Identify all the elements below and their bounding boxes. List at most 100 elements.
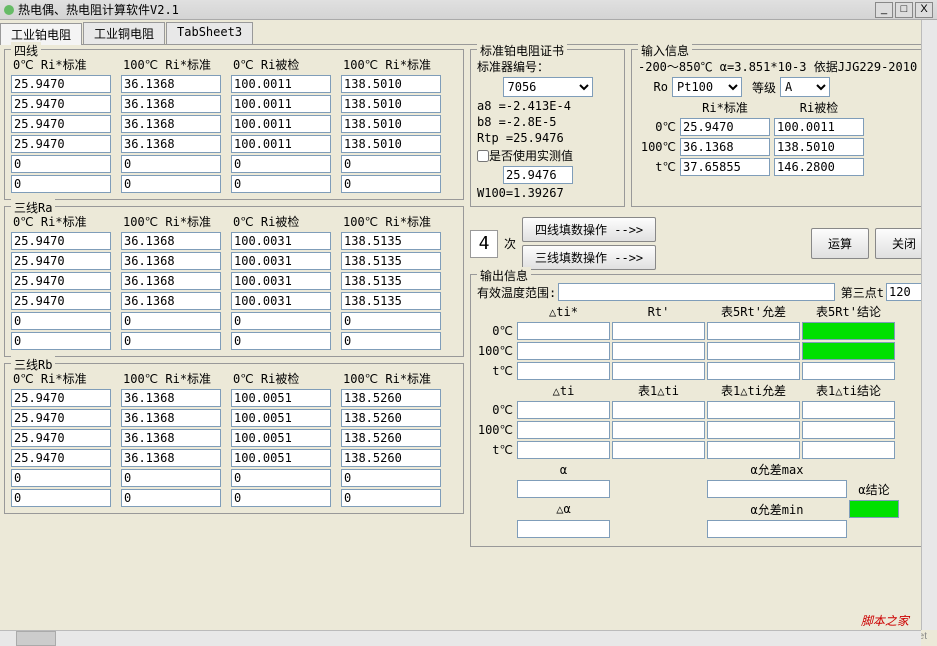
data-input[interactable] bbox=[11, 312, 111, 330]
data-input[interactable] bbox=[11, 175, 111, 193]
data-input[interactable] bbox=[231, 115, 331, 133]
data-input[interactable] bbox=[341, 449, 441, 467]
data-input[interactable] bbox=[11, 469, 111, 487]
data-input[interactable] bbox=[231, 489, 331, 507]
data-input[interactable] bbox=[121, 135, 221, 153]
data-input[interactable] bbox=[11, 409, 111, 427]
std-t-input[interactable] bbox=[680, 158, 770, 176]
data-input[interactable] bbox=[231, 135, 331, 153]
data-input[interactable] bbox=[341, 489, 441, 507]
scroll-thumb[interactable] bbox=[16, 631, 56, 646]
std-0-input[interactable] bbox=[680, 118, 770, 136]
data-input[interactable] bbox=[11, 95, 111, 113]
data-input[interactable] bbox=[11, 75, 111, 93]
output-cell bbox=[707, 421, 800, 439]
data-input[interactable] bbox=[121, 409, 221, 427]
data-input[interactable] bbox=[121, 115, 221, 133]
maximize-button[interactable]: □ bbox=[895, 2, 913, 18]
data-input[interactable] bbox=[11, 272, 111, 290]
data-input[interactable] bbox=[341, 272, 441, 290]
data-input[interactable] bbox=[11, 252, 111, 270]
data-input[interactable] bbox=[11, 232, 111, 250]
data-input[interactable] bbox=[231, 75, 331, 93]
data-input[interactable] bbox=[11, 489, 111, 507]
close-button[interactable]: X bbox=[915, 2, 933, 18]
data-input[interactable] bbox=[231, 272, 331, 290]
data-input[interactable] bbox=[341, 252, 441, 270]
data-input[interactable] bbox=[341, 95, 441, 113]
data-input[interactable] bbox=[121, 332, 221, 350]
serial-select[interactable]: 7056 bbox=[503, 77, 593, 97]
ro-select[interactable]: Pt100 bbox=[672, 77, 742, 97]
data-input[interactable] bbox=[341, 155, 441, 173]
data-input[interactable] bbox=[121, 75, 221, 93]
data-input[interactable] bbox=[11, 429, 111, 447]
data-input[interactable] bbox=[341, 232, 441, 250]
output-cell bbox=[517, 421, 610, 439]
chk-0-input[interactable] bbox=[774, 118, 864, 136]
data-input[interactable] bbox=[121, 252, 221, 270]
data-input[interactable] bbox=[231, 469, 331, 487]
data-input[interactable] bbox=[231, 332, 331, 350]
data-input[interactable] bbox=[341, 115, 441, 133]
output-cell bbox=[517, 322, 610, 340]
data-input[interactable] bbox=[11, 155, 111, 173]
minimize-button[interactable]: _ bbox=[875, 2, 893, 18]
group-title: 输入信息 bbox=[638, 42, 692, 59]
data-input[interactable] bbox=[121, 389, 221, 407]
alpha-result-output bbox=[849, 500, 899, 518]
vertical-scrollbar[interactable] bbox=[921, 20, 937, 630]
chk-100-input[interactable] bbox=[774, 138, 864, 156]
data-input[interactable] bbox=[341, 75, 441, 93]
data-input[interactable] bbox=[341, 135, 441, 153]
data-input[interactable] bbox=[231, 429, 331, 447]
data-input[interactable] bbox=[121, 292, 221, 310]
data-input[interactable] bbox=[341, 175, 441, 193]
data-input[interactable] bbox=[11, 449, 111, 467]
data-input[interactable] bbox=[341, 292, 441, 310]
data-input[interactable] bbox=[231, 312, 331, 330]
data-input[interactable] bbox=[11, 135, 111, 153]
measured-input[interactable] bbox=[503, 166, 573, 184]
data-input[interactable] bbox=[121, 429, 221, 447]
data-input[interactable] bbox=[231, 389, 331, 407]
third-point-input[interactable] bbox=[886, 283, 926, 301]
data-input[interactable] bbox=[121, 449, 221, 467]
calculate-button[interactable]: 运算 bbox=[811, 228, 869, 259]
data-input[interactable] bbox=[11, 332, 111, 350]
data-input[interactable] bbox=[121, 95, 221, 113]
chk-t-input[interactable] bbox=[774, 158, 864, 176]
data-input[interactable] bbox=[231, 292, 331, 310]
data-input[interactable] bbox=[121, 312, 221, 330]
data-input[interactable] bbox=[341, 389, 441, 407]
horizontal-scrollbar[interactable] bbox=[0, 630, 921, 646]
std-100-input[interactable] bbox=[680, 138, 770, 156]
tab-copper[interactable]: 工业铜电阻 bbox=[83, 22, 165, 44]
data-input[interactable] bbox=[121, 232, 221, 250]
grade-select[interactable]: A bbox=[780, 77, 830, 97]
data-input[interactable] bbox=[231, 252, 331, 270]
data-input[interactable] bbox=[231, 409, 331, 427]
data-input[interactable] bbox=[341, 332, 441, 350]
data-input[interactable] bbox=[121, 489, 221, 507]
data-input[interactable] bbox=[341, 429, 441, 447]
data-input[interactable] bbox=[231, 155, 331, 173]
data-input[interactable] bbox=[231, 449, 331, 467]
data-input[interactable] bbox=[341, 409, 441, 427]
data-input[interactable] bbox=[231, 95, 331, 113]
data-input[interactable] bbox=[231, 175, 331, 193]
tab-sheet3[interactable]: TabSheet3 bbox=[166, 22, 253, 44]
data-input[interactable] bbox=[121, 272, 221, 290]
data-input[interactable] bbox=[121, 155, 221, 173]
data-input[interactable] bbox=[11, 389, 111, 407]
data-input[interactable] bbox=[341, 469, 441, 487]
data-input[interactable] bbox=[11, 115, 111, 133]
data-input[interactable] bbox=[121, 175, 221, 193]
fill-4wire-button[interactable]: 四线填数操作 -->> bbox=[522, 217, 656, 242]
data-input[interactable] bbox=[341, 312, 441, 330]
data-input[interactable] bbox=[121, 469, 221, 487]
use-measured-checkbox[interactable] bbox=[477, 150, 489, 162]
fill-3wire-button[interactable]: 三线填数操作 -->> bbox=[522, 245, 656, 270]
data-input[interactable] bbox=[231, 232, 331, 250]
data-input[interactable] bbox=[11, 292, 111, 310]
